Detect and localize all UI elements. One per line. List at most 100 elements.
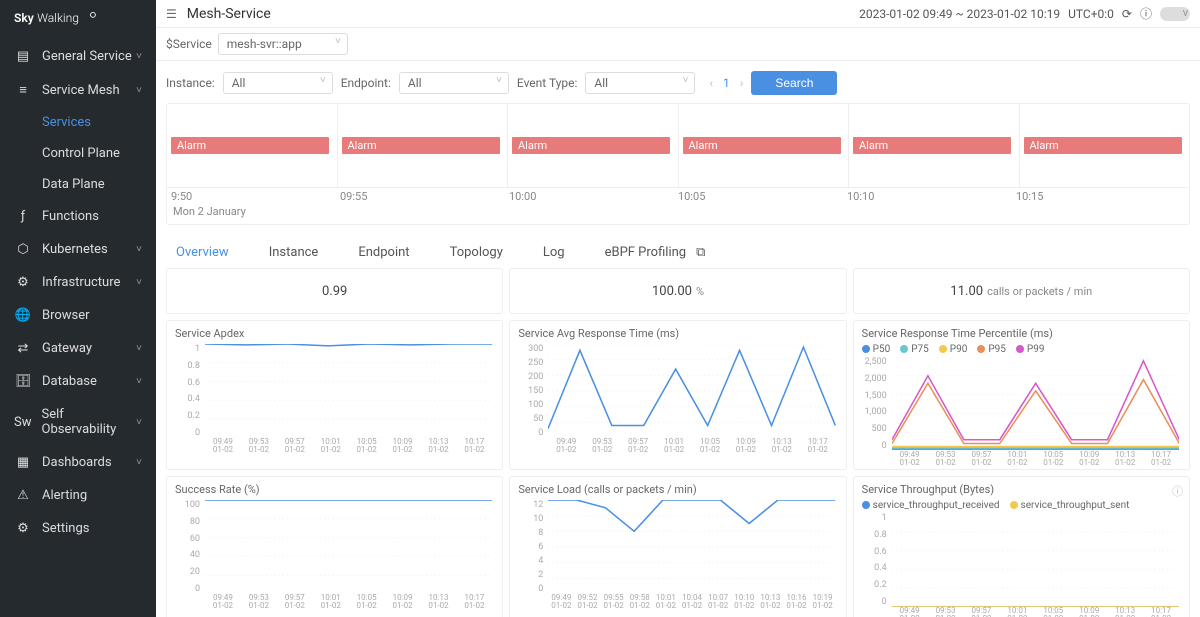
time-range[interactable]: 2023-01-02 09:49 ~ 2023-01-02 10:19 [859,7,1060,21]
timeline-cell[interactable]: Alarm [508,104,679,187]
chevron-down-icon: ˅ [136,51,142,62]
sidebar-item-general-service[interactable]: ▤General Service˅ [0,40,156,73]
sidebar-item-browser[interactable]: 🌐Browser [0,299,156,332]
sidebar-item-infrastructure[interactable]: ⚙Infrastructure˅ [0,266,156,299]
info-icon[interactable]: ⓘ [1140,5,1152,22]
sidebar-item-services[interactable]: Services [42,107,156,138]
sidebar-item-gateway[interactable]: ⇄Gateway˅ [0,332,156,365]
y-axis: 10.80.60.40.20 [175,344,203,438]
legend-item[interactable]: P95 [977,344,1006,355]
main: ☰ Mesh-Service 2023-01-02 09:49 ~ 2023-0… [156,0,1200,617]
tab-instance[interactable]: Instance [269,245,319,260]
tab-ebpf-profiling[interactable]: eBPF Profiling [605,245,687,260]
menu-toggle-icon[interactable]: ☰ [166,7,177,21]
chevron-down-icon: ˅ [136,85,142,96]
sidebar-item-dashboards[interactable]: ▦Dashboards˅ [0,446,156,479]
copy-icon[interactable]: ⧉ [696,245,705,260]
kpi-row: 0.99100.00%11.00calls or packets / min [166,268,1190,314]
kpi-unit: calls or packets / min [987,285,1092,298]
nav: ▤General Service˅≡Service Mesh˅ServicesC… [0,40,156,617]
timeline-cell[interactable]: Alarm [1020,104,1190,187]
logo: SkyWalking [0,0,156,40]
alarm-event[interactable]: Alarm [342,137,500,154]
event-type-select[interactable]: All [585,72,695,94]
sidebar-item-settings[interactable]: ⚙Settings [0,512,156,545]
search-button[interactable]: Search [751,71,837,95]
instance-label: Instance: [166,76,215,90]
tab-overview[interactable]: Overview [176,245,229,260]
pager-next[interactable]: › [740,76,744,90]
refresh-icon[interactable]: ⟳ [1122,7,1132,21]
info-icon[interactable]: ⓘ [1172,483,1183,499]
sidebar-item-alerting[interactable]: ⚠Alerting [0,479,156,512]
endpoint-select[interactable]: All [399,72,509,94]
y-axis: 121086420 [518,500,546,594]
sidebar-item-database[interactable]: 🗄Database˅ [0,365,156,398]
service-label: $Service [166,37,212,51]
chevron-down-icon: ˅ [136,417,142,428]
legend-item[interactable]: service_throughput_received [862,500,1000,511]
sidebar-item-kubernetes[interactable]: ⬡Kubernetes˅ [0,233,156,266]
nav-icon: ⚙ [14,275,32,290]
timeline-cell[interactable]: Alarm [679,104,850,187]
sidebar-item-self-observability[interactable]: Sw Self Observability˅ [0,398,156,446]
timeline-cell[interactable]: Alarm [338,104,509,187]
sidebar-item-service-mesh[interactable]: ≡Service Mesh˅ [0,73,156,107]
y-axis: 300250200150100500 [518,344,546,438]
nav-label: Service Mesh [42,83,120,98]
pager-prev[interactable]: ‹ [709,76,713,90]
legend-item[interactable]: service_throughput_sent [1010,500,1130,511]
chevron-down-icon: ˅ [136,277,142,288]
nav-label: Self Observability [42,407,137,437]
legend: service_throughput_received service_throu… [862,500,1181,511]
nav-icon: ⚙ [14,521,32,536]
x-axis: 09:4901-0209:5201-0209:5501-0209:5801-02… [548,594,835,608]
x-axis: 09:4901-0209:5301-0209:5701-0210:0101-02… [205,594,492,608]
service-select[interactable]: mesh-svr::app [218,33,348,55]
pager-page: 1 [723,76,730,90]
nav-icon: Sw [14,415,32,430]
nav-label: General Service [42,49,132,64]
legend-item[interactable]: P75 [900,344,929,355]
breadcrumb: Mesh-Service [187,6,271,22]
timeline-tick: 10:00 [509,190,678,203]
chart-title: Success Rate (%) [175,483,494,496]
legend-item[interactable]: P90 [939,344,968,355]
alarm-event[interactable]: Alarm [171,137,329,154]
sidebar-item-functions[interactable]: ƒ Functions [0,200,156,233]
timeline-cell[interactable]: Alarm [849,104,1020,187]
timeline-tick: 10:10 [847,190,1016,203]
instance-select[interactable]: All [223,72,333,94]
legend-item[interactable]: P99 [1016,344,1045,355]
chart-title: Service Throughput (Bytes) [862,483,1181,496]
chevron-down-icon: ˅ [136,376,142,387]
timeline-cell[interactable]: Alarm [167,104,338,187]
nav-icon: ƒ [14,209,32,224]
chart-card: Service Load (calls or packets / min) 121… [509,476,846,617]
alarm-event[interactable]: Alarm [1024,137,1182,154]
chevron-down-icon: ˅ [136,343,142,354]
tab-topology[interactable]: Topology [450,245,503,260]
kpi-card: 0.99 [166,268,503,314]
y-axis: 100806040200 [175,500,203,594]
svg-text:Walking: Walking [37,11,79,25]
tab-log[interactable]: Log [543,245,565,260]
filters: Instance: All Endpoint: All Event Type: … [166,67,1190,103]
alarm-event[interactable]: Alarm [683,137,841,154]
nav-label: Alerting [42,488,87,503]
svg-text:Sky: Sky [14,11,34,25]
tab-endpoint[interactable]: Endpoint [358,245,409,260]
nav-label: Dashboards [42,455,112,470]
nav-label: Functions [42,209,99,224]
timeline-date: Mon 2 January [167,203,1189,224]
nav-icon: ⬡ [14,242,32,257]
alarm-event[interactable]: Alarm [512,137,670,154]
alarm-event[interactable]: Alarm [853,137,1011,154]
sidebar-item-control-plane[interactable]: Control Plane [42,138,156,169]
legend-item[interactable]: P50 [862,344,891,355]
service-bar: $Service mesh-svr::app [156,28,1200,61]
kpi-value: 100.00 [652,284,692,299]
chart-title: Service Load (calls or packets / min) [518,483,837,496]
view-toggle[interactable]: V [1160,7,1190,21]
sidebar-item-data-plane[interactable]: Data Plane [42,169,156,200]
